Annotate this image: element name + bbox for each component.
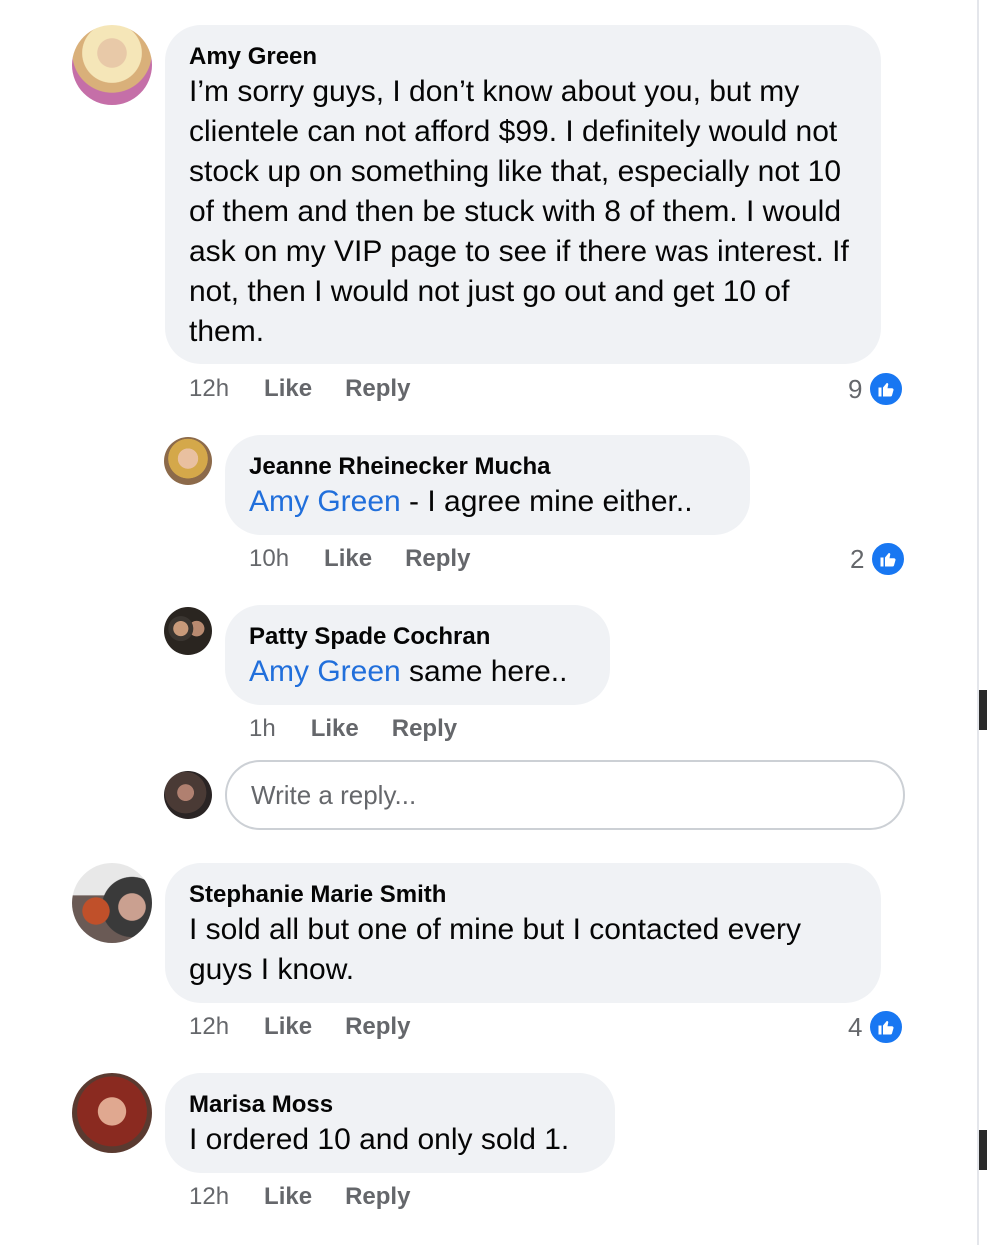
reply-button[interactable]: Reply [345,1013,410,1041]
avatar-jeanne[interactable] [164,437,212,485]
reply-input[interactable]: Write a reply... [225,760,905,830]
right-edge-shadow [979,1130,987,1170]
comment-author[interactable]: Jeanne Rheinecker Mucha [249,452,726,482]
comment-actions: 12h Like Reply [189,1013,410,1041]
avatar-marisa[interactable] [72,1073,152,1153]
comment-actions: 12h Like Reply [189,375,410,403]
comment-text: I sold all but one of mine but I contact… [189,913,802,986]
like-button[interactable]: Like [264,1013,312,1041]
comment-text: same here.. [400,655,568,688]
comment-bubble: Patty Spade Cochran Amy Green same here.… [225,605,610,705]
comment-bubble: Stephanie Marie Smith I sold all but one… [165,863,881,1003]
comment-time[interactable]: 12h [189,1013,229,1041]
like-button[interactable]: Like [264,375,312,403]
like-button[interactable]: Like [311,715,359,743]
like-button[interactable]: Like [264,1183,312,1211]
comment-time[interactable]: 12h [189,1183,229,1211]
avatar-amy-green[interactable] [72,25,152,105]
thumbs-up-icon [868,1009,905,1045]
reply-button[interactable]: Reply [345,1183,410,1211]
reaction-number: 4 [848,1011,863,1042]
like-button[interactable]: Like [324,545,372,573]
current-user-avatar [164,771,212,819]
comment-time[interactable]: 10h [249,545,289,573]
comment-author[interactable]: Patty Spade Cochran [249,622,586,652]
comment-time[interactable]: 12h [189,375,229,403]
comment-text: I ordered 10 and only sold 1. [189,1123,570,1156]
comment-author[interactable]: Amy Green [189,42,857,72]
right-edge-shadow [979,690,987,730]
comment-bubble: Amy Green I’m sorry guys, I don’t know a… [165,25,881,364]
reply-button[interactable]: Reply [345,375,410,403]
comment-author[interactable]: Marisa Moss [189,1090,591,1120]
comment-text: - I agree mine either.. [400,485,693,518]
thumbs-up-icon [868,371,905,407]
avatar-patty[interactable] [164,607,212,655]
thumbs-up-icon [870,541,907,577]
comment-actions: 12h Like Reply [189,1183,410,1211]
comment-author[interactable]: Stephanie Marie Smith [189,880,857,910]
comment-text: I’m sorry guys, I don’t know about you, … [189,75,849,348]
comment-bubble: Marisa Moss I ordered 10 and only sold 1… [165,1073,615,1173]
mention-link[interactable]: Amy Green [249,485,401,518]
comment-time[interactable]: 1h [249,715,276,743]
reaction-count[interactable]: 9 [848,371,905,407]
reaction-count[interactable]: 4 [848,1009,905,1045]
avatar-stephanie[interactable] [72,863,152,943]
mention-link[interactable]: Amy Green [249,655,401,688]
reaction-number: 9 [848,373,863,404]
comment-actions: 10h Like Reply [249,545,470,573]
comment-actions: 1h Like Reply [249,715,457,743]
right-edge-divider [977,0,979,1245]
reaction-number: 2 [850,543,865,574]
reply-placeholder: Write a reply... [251,779,417,810]
reply-button[interactable]: Reply [392,715,457,743]
reply-button[interactable]: Reply [405,545,470,573]
comment-bubble: Jeanne Rheinecker Mucha Amy Green - I ag… [225,435,750,535]
reaction-count[interactable]: 2 [850,541,907,577]
